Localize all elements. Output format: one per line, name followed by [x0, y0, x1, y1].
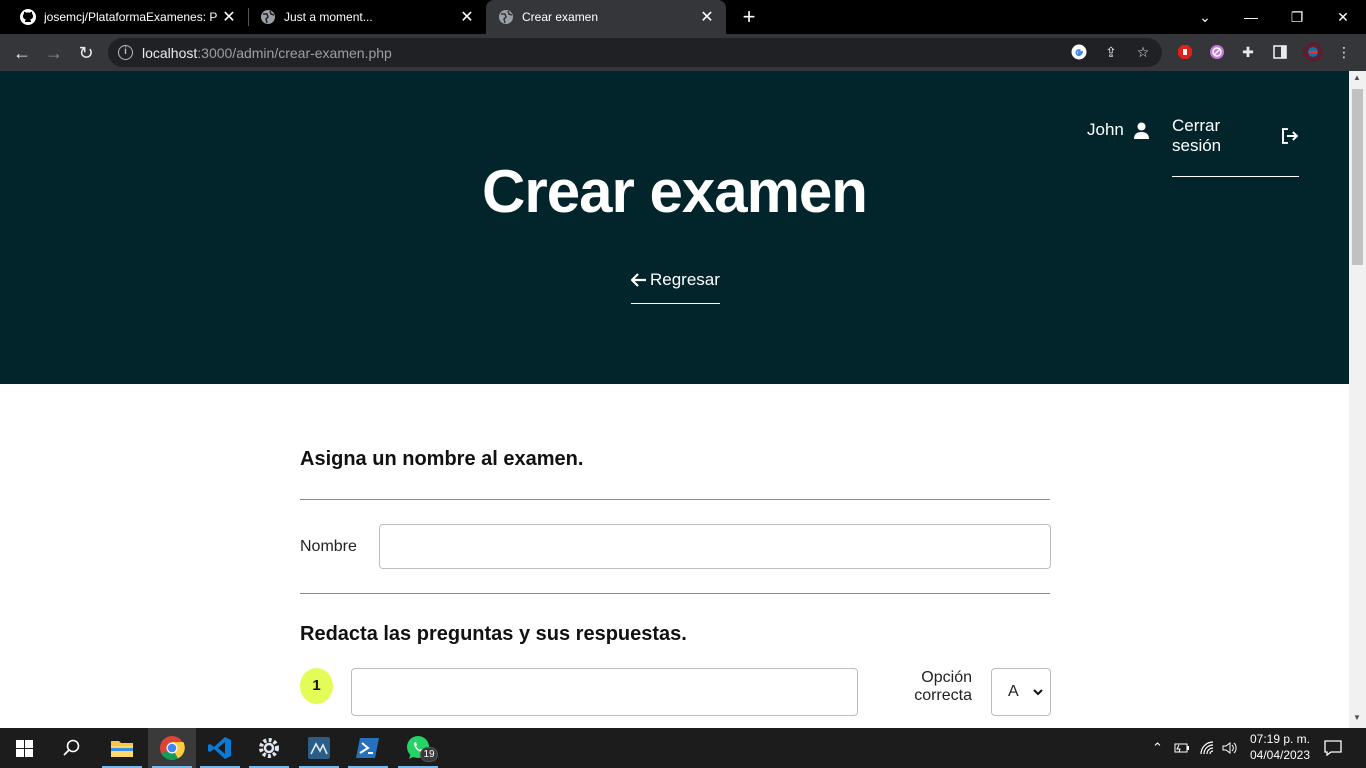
page-content: John Cerrar sesión Crear examen Regresar… — [0, 71, 1349, 728]
browser-tab[interactable]: josemcj/PlataformaExamenes: Pla ✕ — [8, 0, 248, 34]
name-section-title: Asigna un nombre al examen. — [300, 448, 584, 470]
page-title: Crear examen — [482, 158, 868, 225]
system-clock[interactable]: 07:19 p. m. 04/04/2023 — [1240, 731, 1320, 763]
wifi-icon[interactable] — [1200, 728, 1216, 768]
forward-arrow-icon[interactable]: → — [40, 39, 68, 67]
user-icon — [1133, 122, 1149, 139]
correct-option-label: Opción correcta — [914, 669, 972, 704]
vscode-icon[interactable] — [196, 728, 244, 768]
question-text-input[interactable] — [351, 668, 858, 716]
close-icon[interactable]: ✕ — [218, 7, 240, 27]
menu-kebab-icon[interactable]: ⋮ — [1335, 43, 1353, 61]
user-name: John — [1087, 120, 1124, 139]
minimize-icon[interactable]: — — [1228, 0, 1274, 34]
close-icon[interactable]: ✕ — [456, 7, 478, 27]
scroll-up-arrow-icon[interactable]: ▲ — [1353, 73, 1361, 82]
settings-gear-icon[interactable] — [245, 728, 293, 768]
page-scrollbar[interactable]: ▲ ▼ — [1349, 71, 1366, 728]
browser-toolbar: ← → ↻ i localhost:3000/admin/crear-exame… — [0, 34, 1366, 71]
chevron-down-icon — [1032, 688, 1043, 695]
mysql-workbench-icon[interactable] — [295, 728, 343, 768]
arrow-left-icon — [631, 273, 646, 287]
profile-avatar[interactable] — [1303, 42, 1323, 62]
battery-icon[interactable] — [1174, 728, 1190, 768]
back-label: Regresar — [650, 270, 720, 289]
chrome-icon[interactable] — [148, 728, 196, 768]
notification-badge: 19 — [420, 747, 438, 762]
close-window-icon[interactable]: ✕ — [1320, 0, 1366, 34]
logout-label: Cerrar sesión — [1172, 116, 1222, 155]
name-label: Nombre — [300, 538, 357, 555]
whatsapp-icon[interactable]: 19 — [394, 728, 442, 768]
browser-tab-bar: josemcj/PlataformaExamenes: Pla ✕ Just a… — [0, 0, 1366, 34]
questions-section-title: Redacta las preguntas y sus respuestas. — [300, 623, 687, 645]
browser-tab[interactable]: Just a moment... ✕ — [248, 0, 486, 34]
page-header: John Cerrar sesión Crear examen Regresar — [0, 71, 1349, 384]
github-icon — [20, 9, 36, 25]
reload-icon[interactable]: ↻ — [72, 39, 100, 67]
tab-title: Crear examen — [522, 10, 599, 24]
search-icon[interactable] — [48, 728, 96, 768]
divider — [300, 499, 1050, 500]
tab-title: josemcj/PlataformaExamenes: Pla — [44, 10, 218, 24]
clock-date: 04/04/2023 — [1249, 748, 1311, 762]
bookmark-star-icon[interactable]: ☆ — [1134, 43, 1152, 61]
selected-option: A — [1008, 683, 1019, 700]
exam-name-input[interactable] — [379, 524, 1051, 569]
show-hidden-icons-chevron-icon[interactable]: ⌃ — [1152, 728, 1163, 768]
tab-title: Just a moment... — [284, 10, 373, 24]
scroll-down-arrow-icon[interactable]: ▼ — [1353, 713, 1361, 722]
question-number-badge: 1 — [300, 668, 333, 704]
back-arrow-icon[interactable]: ← — [8, 39, 36, 67]
side-panel-icon[interactable] — [1271, 43, 1289, 61]
info-icon[interactable]: i — [118, 45, 133, 60]
globe-icon — [261, 10, 275, 24]
sign-out-icon — [1282, 128, 1299, 144]
share-icon[interactable]: ⇪ — [1102, 43, 1120, 61]
windows-taskbar: 19 ⌃ 07:19 p. m. 04/04/2023 — [0, 728, 1366, 768]
notifications-icon[interactable] — [1324, 728, 1342, 768]
extension-icon[interactable] — [1208, 43, 1226, 61]
address-bar[interactable]: i localhost:3000/admin/crear-examen.php … — [108, 38, 1162, 67]
divider — [300, 593, 1050, 594]
windows-start-icon[interactable] — [0, 728, 48, 768]
adblock-icon[interactable] — [1176, 43, 1194, 61]
user-menu[interactable]: John — [1087, 120, 1149, 140]
volume-icon[interactable] — [1222, 728, 1238, 768]
clock-time: 07:19 p. m. — [1249, 732, 1311, 746]
restore-icon[interactable]: ❐ — [1274, 0, 1320, 34]
url-text: localhost:3000/admin/crear-examen.php — [142, 45, 392, 61]
globe-icon — [499, 10, 513, 24]
tab-search-icon[interactable]: ⌄ — [1182, 0, 1228, 34]
close-icon[interactable]: ✕ — [696, 7, 718, 27]
file-explorer-icon[interactable] — [98, 728, 146, 768]
puzzle-extensions-icon[interactable]: ✚ — [1239, 43, 1257, 61]
browser-tab-active[interactable]: Crear examen ✕ — [486, 0, 726, 34]
correct-option-select[interactable]: A — [991, 668, 1051, 716]
back-link[interactable]: Regresar — [631, 270, 720, 304]
powershell-icon[interactable] — [344, 728, 392, 768]
new-tab-button[interactable]: + — [736, 4, 762, 30]
google-icon[interactable] — [1070, 43, 1088, 61]
scrollbar-thumb[interactable] — [1352, 89, 1363, 265]
